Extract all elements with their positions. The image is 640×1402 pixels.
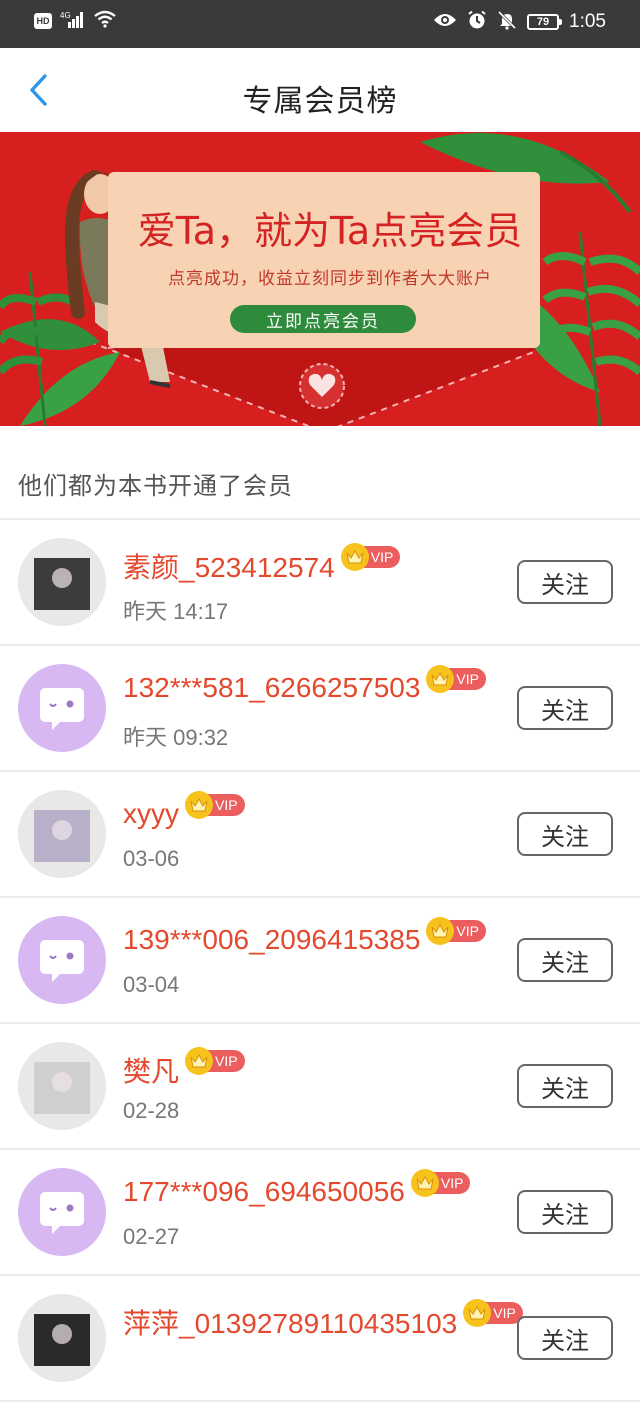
page-title: 专属会员榜 xyxy=(242,84,398,119)
default-avatar-icon xyxy=(40,940,84,982)
default-avatar-icon xyxy=(40,688,84,730)
avatar-photo xyxy=(18,1294,106,1382)
avatar[interactable] xyxy=(18,1042,106,1130)
member-row-5[interactable]: 樊凡 VIP 02-28 关注 xyxy=(0,1024,640,1150)
member-name[interactable]: xyyy xyxy=(123,798,179,830)
crown-icon xyxy=(185,1047,214,1075)
banner-title: 爱Ta，就为Ta点亮会员 xyxy=(137,209,523,253)
crown-icon xyxy=(410,1169,439,1197)
crown-icon xyxy=(426,665,455,693)
member-name[interactable]: 132***581_6266257503 xyxy=(123,672,420,704)
name-line: 萍萍_01392789110435103 VIP xyxy=(123,1299,523,1342)
member-name[interactable]: 素颜_523412574 xyxy=(123,546,335,586)
member-row-2[interactable]: 132***581_6266257503 VIP 昨天 09:32 关注 xyxy=(0,646,640,772)
follow-button[interactable]: 关注 xyxy=(517,812,613,856)
avatar-photo xyxy=(18,790,106,878)
crown-icon xyxy=(340,543,369,571)
follow-button[interactable]: 关注 xyxy=(517,1064,613,1108)
avatar-photo xyxy=(18,1042,106,1130)
member-row-4[interactable]: 139***006_2096415385 VIP 03-04 关注 xyxy=(0,898,640,1024)
follow-button[interactable]: 关注 xyxy=(517,1316,613,1360)
vip-label: VIP xyxy=(215,1053,238,1069)
member-time: 昨天 14:17 xyxy=(123,599,229,624)
member-time: 02-27 xyxy=(123,1224,180,1249)
status-left: HD 4G xyxy=(34,10,116,32)
name-line: 177***096_694650056 VIP xyxy=(123,1169,471,1208)
cellular-signal-icon: 4G xyxy=(60,10,86,32)
hd-badge: HD xyxy=(34,13,52,29)
member-name[interactable]: 萍萍_01392789110435103 xyxy=(123,1302,457,1342)
member-time: 02-28 xyxy=(123,1098,180,1123)
vip-badge: VIP xyxy=(340,543,401,571)
banner-subtitle: 点亮成功，收益立刻同步到作者大大账户 xyxy=(168,269,492,289)
follow-button[interactable]: 关注 xyxy=(517,938,613,982)
member-time: 03-04 xyxy=(123,972,180,997)
light-up-membership-button[interactable]: 立即点亮会员 xyxy=(230,305,416,333)
status-bar: HD 4G 79 1:05 xyxy=(0,0,640,48)
vip-label: VIP xyxy=(456,671,479,687)
follow-button[interactable]: 关注 xyxy=(517,686,613,730)
member-row-7[interactable]: 萍萍_01392789110435103 VIP 关注 xyxy=(0,1276,640,1402)
name-line: 素颜_523412574 VIP xyxy=(123,543,401,586)
status-right: 79 1:05 xyxy=(433,10,606,34)
vip-label: VIP xyxy=(215,797,238,813)
name-line: 132***581_6266257503 VIP xyxy=(123,665,486,704)
vip-label: VIP xyxy=(370,549,394,565)
avatar[interactable] xyxy=(18,790,106,878)
member-name[interactable]: 139***006_2096415385 xyxy=(123,924,420,956)
alarm-icon xyxy=(467,10,487,34)
default-avatar-icon xyxy=(40,1192,84,1234)
crown-icon xyxy=(426,917,455,945)
member-time: 03-06 xyxy=(123,846,180,871)
network-type-label: 4G xyxy=(60,11,71,20)
follow-button[interactable]: 关注 xyxy=(517,1190,613,1234)
eye-icon xyxy=(433,12,457,32)
vip-badge: VIP xyxy=(426,917,486,945)
mute-bell-icon xyxy=(497,10,517,34)
vip-label: VIP xyxy=(456,923,479,939)
crown-icon xyxy=(463,1299,492,1327)
name-line: 139***006_2096415385 VIP xyxy=(123,917,486,956)
vip-badge: VIP xyxy=(185,791,245,819)
wifi-icon xyxy=(94,10,116,32)
member-name[interactable]: 177***096_694650056 xyxy=(123,1176,405,1208)
vip-badge: VIP xyxy=(426,665,486,693)
avatar[interactable] xyxy=(18,1168,106,1256)
vip-badge: VIP xyxy=(463,1299,523,1327)
vip-badge: VIP xyxy=(185,1047,245,1075)
member-name[interactable]: 樊凡 xyxy=(123,1050,179,1090)
member-row-6[interactable]: 177***096_694650056 VIP 02-27 关注 xyxy=(0,1150,640,1276)
avatar[interactable] xyxy=(18,538,106,626)
name-line: 樊凡 VIP xyxy=(123,1047,245,1090)
vip-label: VIP xyxy=(440,1175,464,1191)
avatar[interactable] xyxy=(18,916,106,1004)
vip-badge: VIP xyxy=(410,1169,471,1197)
clock: 1:05 xyxy=(569,11,606,32)
member-row-3[interactable]: xyyy VIP 03-06 关注 xyxy=(0,772,640,898)
membership-banner[interactable]: 爱Ta，就为Ta点亮会员 点亮成功，收益立刻同步到作者大大账户 立即点亮会员 xyxy=(0,132,640,426)
member-list: 素颜_523412574 VIP 昨天 14:17 关注 132***581_6… xyxy=(0,520,640,1402)
avatar[interactable] xyxy=(18,664,106,752)
avatar-photo xyxy=(18,538,106,626)
name-line: xyyy VIP xyxy=(123,791,245,830)
section-title: 他们都为本书开通了会员 xyxy=(18,472,293,500)
avatar[interactable] xyxy=(18,1294,106,1382)
header: 专属会员榜 xyxy=(0,48,640,132)
crown-icon xyxy=(185,791,213,819)
battery-indicator: 79 xyxy=(527,14,563,30)
follow-button[interactable]: 关注 xyxy=(517,560,613,604)
member-time: 昨天 09:32 xyxy=(123,725,229,750)
member-row-1[interactable]: 素颜_523412574 VIP 昨天 14:17 关注 xyxy=(0,520,640,646)
vip-label: VIP xyxy=(493,1305,516,1321)
